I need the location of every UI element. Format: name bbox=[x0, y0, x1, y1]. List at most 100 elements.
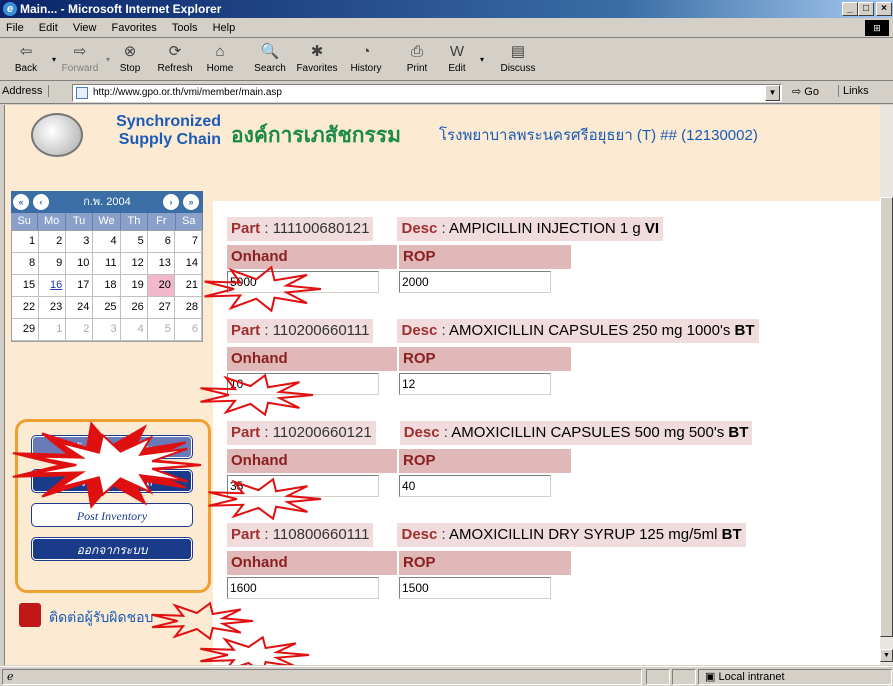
address-input[interactable]: http://www.gpo.or.th/vmi/member/main.asp bbox=[72, 84, 782, 102]
vertical-scrollbar[interactable]: ▲ ▼ bbox=[880, 105, 893, 665]
rop-input[interactable]: 2000 bbox=[399, 271, 551, 293]
print-icon: ⎙ bbox=[410, 43, 423, 60]
calendar-day[interactable]: 19 bbox=[120, 275, 148, 297]
part-block: Part : 111100680121 Desc : AMPICILLIN INJ… bbox=[227, 217, 880, 321]
calendar-day[interactable]: 21 bbox=[174, 275, 202, 297]
calendar-day[interactable]: 4 bbox=[120, 319, 148, 341]
calendar-day[interactable]: 2 bbox=[39, 231, 67, 253]
onhand-header: Onhand bbox=[227, 551, 397, 575]
calendar-day[interactable]: 18 bbox=[93, 275, 121, 297]
record-inventory-button[interactable]: บันทึก Inventory bbox=[32, 436, 192, 458]
address-url: http://www.gpo.or.th/vmi/member/main.asp bbox=[93, 87, 282, 98]
scroll-down-icon[interactable]: ▼ bbox=[880, 649, 893, 662]
history-button[interactable]: ◔ History bbox=[346, 41, 386, 79]
chevron-down-icon[interactable]: ▾ bbox=[480, 55, 484, 64]
print-button[interactable]: ⎙ Print bbox=[400, 41, 434, 79]
calendar-day[interactable]: 8 bbox=[12, 253, 40, 275]
calendar-day[interactable]: 3 bbox=[93, 319, 121, 341]
rop-input[interactable]: 40 bbox=[399, 475, 551, 497]
calendar-day[interactable]: 12 bbox=[120, 253, 148, 275]
calendar-day[interactable]: 6 bbox=[147, 231, 175, 253]
calendar-day[interactable]: 1 bbox=[12, 231, 40, 253]
discuss-button[interactable]: ▤ Discuss bbox=[496, 41, 540, 79]
page-content: Synchronized Supply Chain องค์การเภสัชกร… bbox=[4, 105, 880, 665]
go-arrow-icon: ⇨ bbox=[792, 86, 802, 98]
menu-edit[interactable]: Edit bbox=[33, 18, 64, 38]
scrollbar-thumb[interactable] bbox=[880, 197, 893, 637]
calendar-day[interactable]: 5 bbox=[120, 231, 148, 253]
forward-button[interactable]: ⇨ Forward ▾ bbox=[60, 41, 110, 79]
prev-month-icon[interactable]: ‹ bbox=[33, 194, 49, 210]
calendar-day[interactable]: 28 bbox=[174, 297, 202, 319]
calendar-day[interactable]: 27 bbox=[147, 297, 175, 319]
prev-year-icon[interactable]: « bbox=[13, 194, 29, 210]
menu-file[interactable]: File bbox=[0, 18, 30, 38]
page-done-icon: ℯ bbox=[7, 671, 14, 683]
favorites-button[interactable]: ✱ Favorites bbox=[292, 41, 342, 79]
rop-input[interactable]: 1500 bbox=[399, 577, 551, 599]
calendar-day[interactable]: 29 bbox=[12, 319, 40, 341]
calendar-day[interactable]: 15 bbox=[12, 275, 40, 297]
calendar-day[interactable]: 6 bbox=[174, 319, 202, 341]
menu-tools[interactable]: Tools bbox=[166, 18, 204, 38]
chevron-down-icon[interactable]: ▾ bbox=[52, 55, 56, 64]
window-title-bar[interactable]: e Main... - Microsoft Internet Explorer … bbox=[0, 0, 893, 18]
check-data-button[interactable]: ตรวจสอบข้อมูล bbox=[32, 470, 192, 492]
minimize-button[interactable]: _ bbox=[842, 2, 858, 16]
close-button[interactable]: × bbox=[876, 2, 892, 16]
rop-input[interactable]: 12 bbox=[399, 373, 551, 395]
status-text: ℯ bbox=[2, 669, 642, 685]
edit-icon: W bbox=[449, 43, 465, 60]
calendar-day[interactable]: 3 bbox=[66, 231, 94, 253]
chevron-down-icon[interactable]: ▾ bbox=[106, 55, 110, 64]
calendar-day[interactable]: 24 bbox=[66, 297, 94, 319]
menu-view[interactable]: View bbox=[67, 18, 103, 38]
calendar-day-header: We bbox=[93, 213, 121, 230]
calendar-day[interactable]: 7 bbox=[174, 231, 202, 253]
onhand-input[interactable]: 5000 bbox=[227, 271, 379, 293]
part-line: Part : 111100680121 Desc : AMPICILLIN INJ… bbox=[227, 217, 880, 241]
onhand-header: Onhand bbox=[227, 347, 397, 371]
address-dropdown[interactable]: ▼ bbox=[765, 85, 780, 101]
home-button[interactable]: ⌂ Home bbox=[200, 41, 240, 79]
links-button[interactable]: Links bbox=[838, 85, 869, 97]
maximize-button[interactable]: □ bbox=[858, 2, 874, 16]
calendar-day[interactable]: 1 bbox=[39, 319, 67, 341]
calendar-day[interactable]: 17 bbox=[66, 275, 94, 297]
logout-button[interactable]: ออกจากระบบ bbox=[32, 538, 192, 560]
desc-label: Desc bbox=[403, 424, 440, 441]
calendar-day[interactable]: 22 bbox=[12, 297, 40, 319]
contact-link[interactable]: ติดต่อผู้รับผิดชอบ bbox=[19, 601, 209, 629]
calendar-day[interactable]: 9 bbox=[39, 253, 67, 275]
refresh-button[interactable]: ⟳ Refresh bbox=[152, 41, 198, 79]
address-bar: Address http://www.gpo.or.th/vmi/member/… bbox=[0, 82, 893, 104]
search-button[interactable]: 🔍 Search bbox=[248, 41, 292, 79]
calendar-day[interactable]: 23 bbox=[39, 297, 67, 319]
go-button[interactable]: ⇨ Go bbox=[792, 85, 819, 98]
part-label: Part bbox=[231, 424, 261, 441]
onhand-input[interactable]: 1600 bbox=[227, 577, 379, 599]
calendar-day[interactable]: 25 bbox=[93, 297, 121, 319]
calendar-day[interactable]: 26 bbox=[120, 297, 148, 319]
menu-favorites[interactable]: Favorites bbox=[106, 18, 163, 38]
calendar-day[interactable]: 11 bbox=[93, 253, 121, 275]
onhand-input[interactable]: 35 bbox=[227, 475, 379, 497]
post-inventory-button[interactable]: Post Inventory bbox=[32, 504, 192, 526]
next-year-icon[interactable]: » bbox=[183, 194, 199, 210]
calendar-day[interactable]: 2 bbox=[66, 319, 94, 341]
part-line: Part : 110200660121 Desc : AMOXICILLIN CA… bbox=[227, 421, 880, 445]
calendar-day[interactable]: 14 bbox=[174, 253, 202, 275]
calendar-day[interactable]: 13 bbox=[147, 253, 175, 275]
stop-button[interactable]: ⊗ Stop bbox=[112, 41, 148, 79]
menu-help[interactable]: Help bbox=[207, 18, 242, 38]
part-label: Part bbox=[231, 322, 261, 339]
calendar-day[interactable]: 5 bbox=[147, 319, 175, 341]
calendar-day[interactable]: 10 bbox=[66, 253, 94, 275]
calendar-day[interactable]: 20 bbox=[147, 275, 175, 297]
calendar-day[interactable]: 4 bbox=[93, 231, 121, 253]
edit-button[interactable]: W Edit ▾ bbox=[440, 41, 484, 79]
calendar-day[interactable]: 16 bbox=[39, 275, 67, 297]
back-button[interactable]: ⇦ Back ▾ bbox=[6, 41, 56, 79]
onhand-input[interactable]: 10 bbox=[227, 373, 379, 395]
next-month-icon[interactable]: › bbox=[163, 194, 179, 210]
